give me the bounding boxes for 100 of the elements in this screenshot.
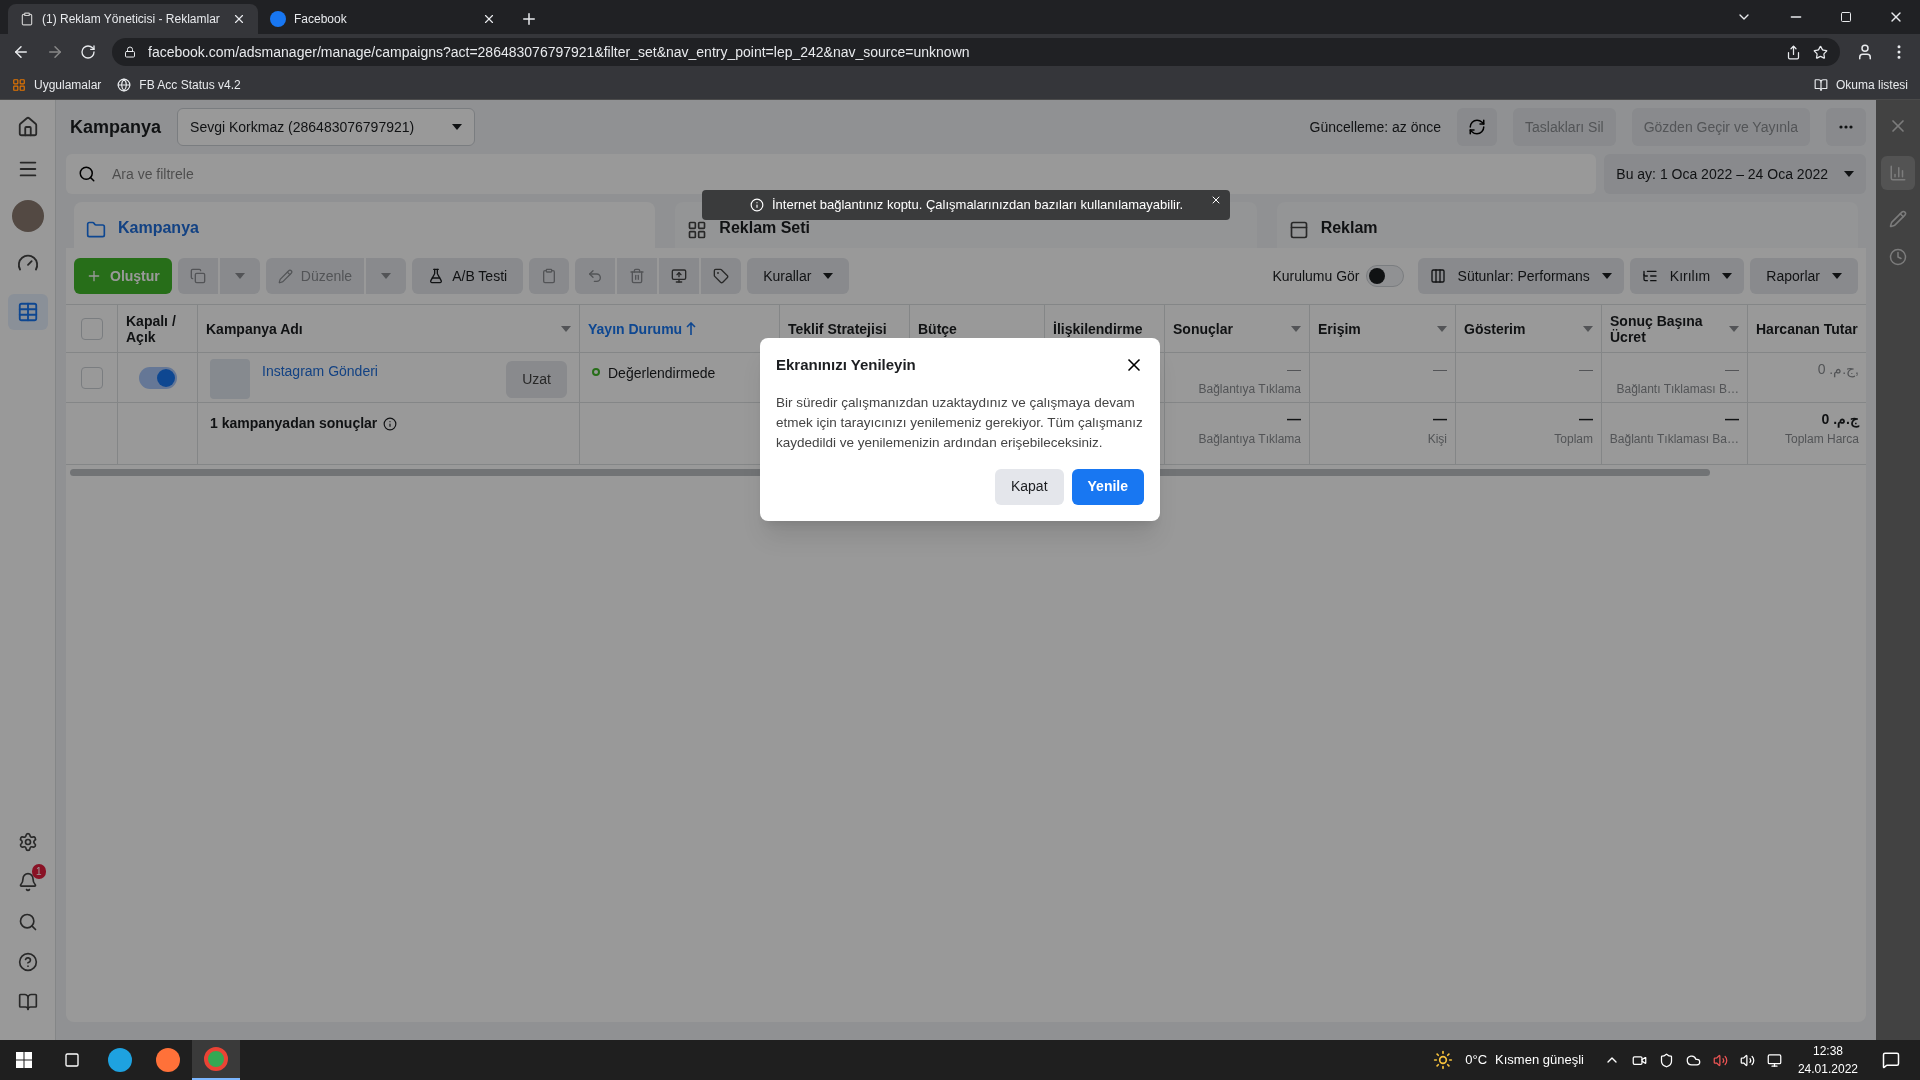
network-icon[interactable] bbox=[1766, 1052, 1782, 1068]
account-dropdown[interactable]: Sevgi Korkmaz (286483076797921) bbox=[177, 108, 476, 146]
refresh-button[interactable]: Yenile bbox=[1071, 468, 1144, 505]
tab-title: Facebook bbox=[294, 11, 348, 28]
notification-badge: 1 bbox=[31, 864, 46, 879]
setup-toggle[interactable] bbox=[1365, 265, 1404, 287]
grid-icon bbox=[687, 220, 708, 240]
column-header[interactable]: İlişkilendirme bbox=[1053, 320, 1143, 337]
campaign-link[interactable]: Instagram Gönderi bbox=[262, 361, 495, 382]
bookmark-link[interactable]: FB Acc Status v4.2 bbox=[117, 75, 241, 94]
extend-button[interactable]: Uzat bbox=[506, 361, 567, 398]
forward-icon[interactable] bbox=[46, 43, 64, 61]
address-bar[interactable]: facebook.com/adsmanager/manage/campaigns?act=286483076797921&filter_set&nav_entry_point=lep_242&nav_source=unknown bbox=[112, 38, 1840, 66]
refresh-button[interactable] bbox=[1457, 108, 1498, 146]
close-icon[interactable] bbox=[232, 12, 246, 26]
delivery-status: Değerlendirmede bbox=[608, 364, 716, 383]
book-icon[interactable] bbox=[17, 992, 38, 1012]
column-header[interactable]: Kapalı / Açık bbox=[126, 312, 189, 345]
settings-icon[interactable] bbox=[17, 832, 38, 852]
level-tab[interactable]: Kampanya bbox=[74, 202, 656, 248]
caret-icon bbox=[823, 273, 834, 279]
home-icon[interactable] bbox=[16, 116, 39, 138]
date-range-picker[interactable]: Bu ay: 1 Oca 2022 – 24 Oca 2022 bbox=[1604, 154, 1866, 194]
reports-dropdown[interactable]: Raporlar bbox=[1750, 258, 1858, 294]
info-icon bbox=[750, 198, 764, 212]
clipboard-button[interactable] bbox=[529, 258, 570, 294]
lock-icon bbox=[124, 46, 136, 58]
metric-value: — bbox=[1287, 410, 1301, 429]
share-icon[interactable] bbox=[1786, 44, 1801, 60]
delete-button[interactable] bbox=[617, 258, 658, 294]
pencil-icon[interactable] bbox=[1889, 210, 1907, 228]
page-title: Kampanya bbox=[70, 115, 162, 139]
clock-date: 24.01.2022 bbox=[1797, 1061, 1858, 1078]
column-header[interactable]: Teklif Stratejisi bbox=[788, 320, 887, 337]
help-icon[interactable] bbox=[17, 952, 38, 972]
close-button[interactable]: Kapat bbox=[994, 468, 1064, 505]
column-header[interactable]: Kampanya Adı bbox=[206, 320, 303, 337]
metric-label: Bağlantıya Tıklama bbox=[1198, 431, 1301, 448]
caret-icon bbox=[1832, 273, 1842, 279]
caret-icon bbox=[1844, 171, 1854, 177]
rules-dropdown[interactable]: Kurallar bbox=[747, 258, 850, 294]
column-header[interactable]: Gösterim bbox=[1464, 320, 1526, 337]
back-icon[interactable] bbox=[12, 43, 30, 61]
page-icon bbox=[20, 12, 34, 26]
metric-label: Kişi bbox=[1427, 431, 1447, 448]
metric-value: ج.م. 0 bbox=[1821, 410, 1859, 430]
level-tab[interactable]: Reklam bbox=[1276, 202, 1858, 248]
new-tab-icon[interactable] bbox=[520, 10, 538, 28]
breakdown-dropdown[interactable]: Kırılım bbox=[1629, 258, 1745, 294]
column-header[interactable]: Bütçe bbox=[918, 320, 957, 337]
search-icon[interactable] bbox=[17, 912, 38, 932]
windows-logo[interactable] bbox=[16, 1052, 32, 1068]
volume-icon[interactable] bbox=[1739, 1052, 1755, 1068]
campaign-toggle[interactable] bbox=[138, 366, 177, 389]
ab-test-button[interactable]: A/B Testi bbox=[412, 258, 524, 294]
cloud-icon[interactable] bbox=[1685, 1052, 1701, 1068]
refresh-icon bbox=[1468, 118, 1487, 136]
preview-button[interactable] bbox=[659, 258, 700, 294]
speaker-icon[interactable] bbox=[1712, 1052, 1728, 1068]
browser-tab[interactable]: Facebook bbox=[258, 4, 508, 34]
results-summary: 1 kampanyadan sonuçlar bbox=[210, 413, 398, 434]
bookmark-star-icon[interactable] bbox=[1813, 44, 1828, 60]
table-icon[interactable] bbox=[16, 301, 39, 323]
tag-icon bbox=[713, 268, 730, 284]
folder-icon bbox=[86, 220, 106, 240]
column-header[interactable]: Sonuç Başına Ücret bbox=[1610, 312, 1729, 345]
profile-icon[interactable] bbox=[1856, 43, 1874, 61]
metric-value: — bbox=[1579, 360, 1593, 379]
row-checkbox[interactable] bbox=[80, 366, 103, 389]
column-header[interactable]: Erişim bbox=[1318, 320, 1361, 337]
select-all-checkbox[interactable] bbox=[80, 317, 103, 340]
duplicate-button[interactable] bbox=[177, 258, 218, 294]
task-view-icon[interactable] bbox=[64, 1052, 80, 1068]
temperature: 0°C bbox=[1465, 1051, 1488, 1070]
globe-icon bbox=[117, 77, 132, 92]
search-bar[interactable]: Ara ve filtrele bbox=[66, 154, 1597, 194]
close-icon[interactable] bbox=[482, 12, 496, 26]
reading-list-link[interactable]: Okuma listesi bbox=[1813, 75, 1908, 94]
columns-icon bbox=[1429, 268, 1446, 284]
clock-icon[interactable] bbox=[1889, 248, 1907, 266]
flask-icon bbox=[428, 268, 445, 284]
copy-icon bbox=[189, 268, 206, 284]
close-icon[interactable] bbox=[1210, 194, 1222, 206]
bookmark-link[interactable]: Uygulamalar bbox=[12, 75, 102, 94]
tag-button[interactable] bbox=[701, 258, 742, 294]
avatar-placeholder[interactable] bbox=[11, 200, 44, 232]
column-header[interactable]: Sonuçlar bbox=[1173, 320, 1233, 337]
notifications-icon[interactable] bbox=[1882, 1051, 1900, 1069]
notification-icon[interactable] bbox=[17, 872, 38, 892]
shield-icon[interactable] bbox=[1658, 1052, 1674, 1068]
restore-icon[interactable] bbox=[1840, 11, 1852, 23]
reload-icon[interactable] bbox=[80, 44, 96, 60]
search-field[interactable]: Ara ve filtrele bbox=[112, 163, 1585, 185]
columns-dropdown[interactable]: Sütunlar: Performans bbox=[1417, 258, 1624, 294]
metric-label: Bağlantı Tıklaması Ba… bbox=[1609, 431, 1739, 448]
column-header[interactable]: Harcanan Tutar bbox=[1756, 320, 1858, 337]
url-text: facebook.com/adsmanager/manage/campaigns?act=286483076797921&filter_set&nav_entry_point=lep_242&nav_source=unknown bbox=[148, 42, 971, 62]
dialog-title: Ekranınızı Yenileyin bbox=[776, 355, 916, 375]
browser-tab[interactable]: (1) Reklam Yöneticisi - Reklamlar bbox=[8, 4, 258, 34]
metric-value: — bbox=[1579, 410, 1593, 429]
